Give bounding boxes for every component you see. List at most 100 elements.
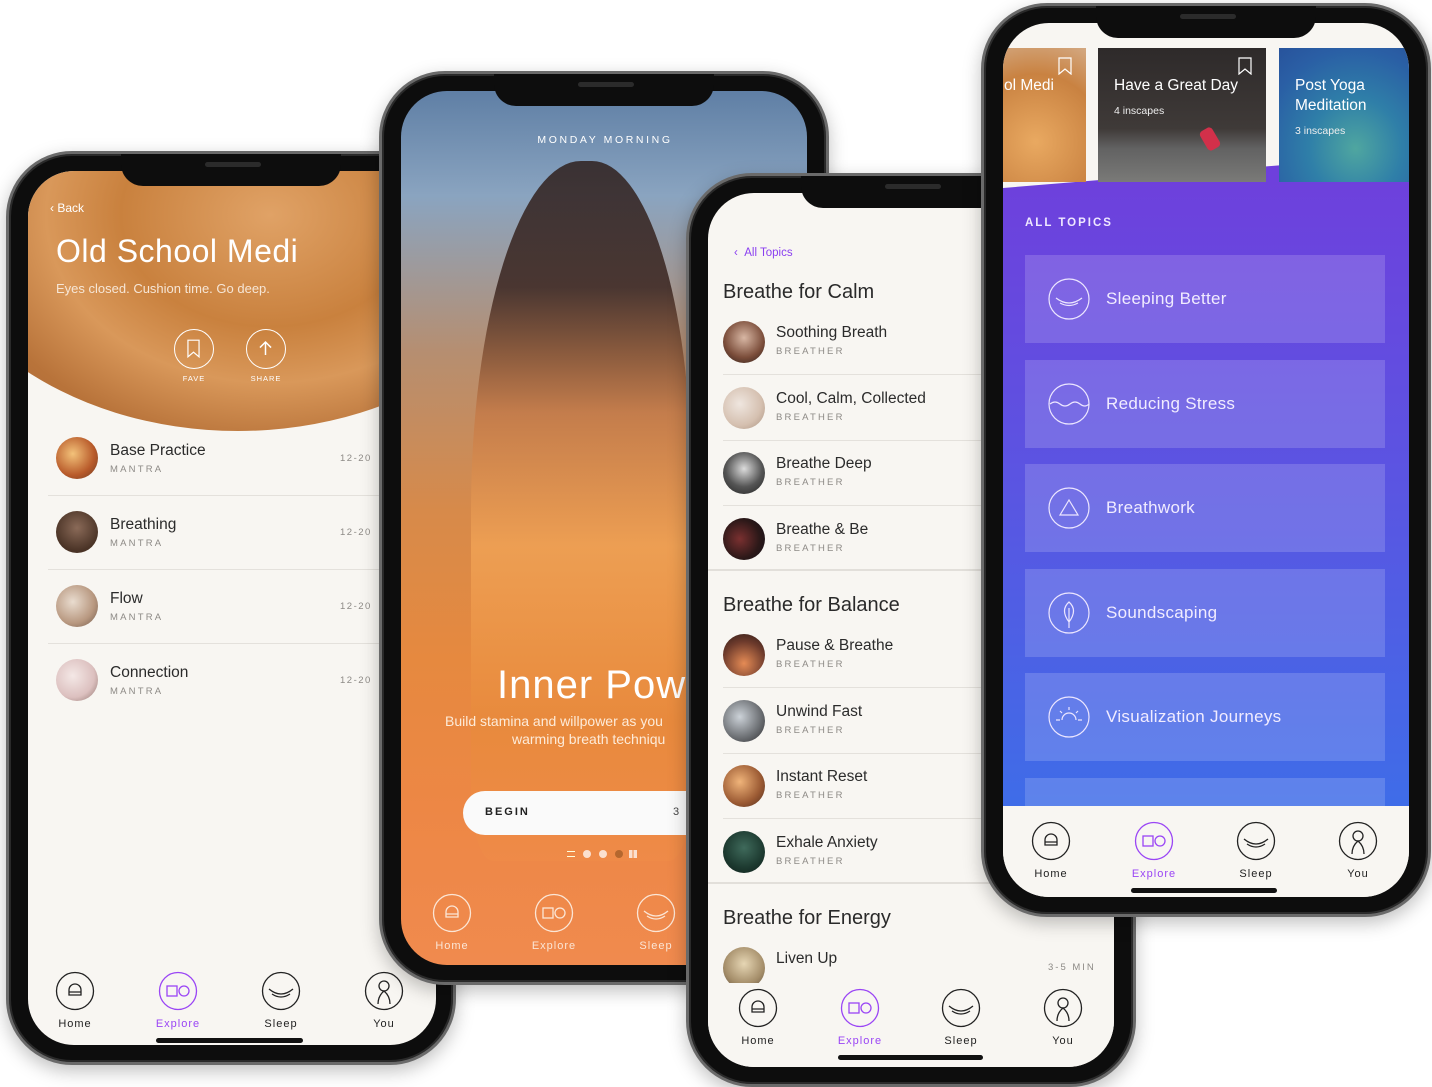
tab-you[interactable]: You	[1318, 821, 1398, 880]
explore-icon	[840, 988, 880, 1028]
topic-label: Breathwork	[1106, 498, 1195, 518]
collection-card[interactable]: ol Medi	[1003, 48, 1086, 182]
collection-card[interactable]: Post Yoga Meditation 3 inscapes	[1279, 48, 1409, 182]
item-title: Liven Up	[776, 950, 838, 967]
list-item[interactable]: Breathing MANTRA 12-20	[28, 502, 436, 562]
item-subtitle: BREATHER	[776, 477, 845, 488]
topic-label: Reducing Stress	[1106, 393, 1236, 413]
notch	[494, 74, 714, 106]
pager-dot[interactable]	[583, 850, 591, 858]
all-topics-label: All Topics	[744, 247, 793, 259]
item-duration: 12-20	[340, 601, 372, 612]
pager-dot-active[interactable]	[615, 850, 623, 858]
wave-icon	[1048, 382, 1090, 425]
collection-card[interactable]: Have a Great Day 4 inscapes	[1098, 48, 1266, 182]
avatar	[56, 437, 98, 479]
avatar	[723, 386, 765, 429]
explore-icon	[158, 971, 198, 1011]
tab-label: You	[373, 1018, 395, 1030]
card-title: ol Medi	[1004, 77, 1054, 94]
item-title: Pause & Breathe	[776, 637, 894, 654]
item-subtitle: BREATHER	[776, 724, 845, 736]
sleep-icon	[636, 893, 676, 933]
home-indicator	[1131, 888, 1277, 893]
begin-label: BEGIN	[485, 806, 530, 818]
sleep-icon	[1236, 821, 1276, 861]
divider	[48, 569, 436, 570]
topic-card[interactable]: Breathwork	[1025, 464, 1385, 553]
fave-label: FAVE	[182, 374, 206, 383]
bookmark-icon	[187, 339, 200, 359]
tab-home[interactable]: Home	[718, 988, 798, 1047]
sunrise-icon	[1048, 696, 1090, 738]
tab-sleep[interactable]: Sleep	[241, 971, 321, 1030]
list-item[interactable]: Base Practice MANTRA 12-20	[28, 428, 436, 488]
avatar	[723, 765, 765, 807]
avatar	[723, 830, 765, 873]
item-duration: 12-20	[340, 675, 372, 686]
all-topics-link[interactable]: ‹ All Topics	[734, 247, 793, 259]
home-icon	[1031, 821, 1071, 861]
list-item[interactable]: Connection MANTRA 12-20	[28, 650, 436, 710]
topic-label: Visualization Journeys	[1106, 707, 1282, 727]
section-title: Breathe for Calm	[723, 281, 875, 303]
share-button[interactable]	[246, 329, 286, 369]
notch	[121, 154, 341, 186]
notch	[1096, 6, 1316, 38]
tab-explore[interactable]: Explore	[514, 893, 594, 952]
item-subtitle: MANTRA	[110, 686, 164, 697]
bookmark-icon[interactable]	[1238, 57, 1252, 75]
tab-label: Home	[1034, 868, 1068, 880]
tab-label: You	[1052, 1035, 1074, 1047]
tab-label: Home	[435, 940, 469, 952]
tab-label: Explore	[531, 940, 577, 952]
sleep-icon	[261, 971, 301, 1011]
practice-title: Inner Pow	[497, 663, 687, 707]
item-subtitle: MANTRA	[110, 538, 164, 549]
avatar	[723, 452, 765, 494]
list-item[interactable]: Flow MANTRA 12-20	[28, 576, 436, 636]
avatar	[723, 517, 765, 560]
pager-dot[interactable]	[599, 850, 607, 858]
item-subtitle: BREATHER	[776, 659, 845, 670]
list-icon	[567, 851, 575, 857]
tab-home[interactable]: Home	[1011, 821, 1091, 880]
item-title: Breathe Deep	[776, 455, 872, 472]
sleep-icon	[941, 988, 981, 1028]
tab-home[interactable]: Home	[412, 893, 492, 952]
tab-label: Home	[741, 1035, 775, 1047]
pager[interactable]	[567, 849, 647, 861]
you-icon	[1338, 821, 1378, 861]
tab-home[interactable]: Home	[35, 971, 115, 1030]
tab-label: Explore	[155, 1018, 201, 1030]
item-subtitle: BREATHER	[776, 855, 845, 867]
home-icon	[55, 971, 95, 1011]
tab-sleep[interactable]: Sleep	[616, 893, 696, 952]
tab-explore[interactable]: Explore	[820, 988, 900, 1047]
topic-card[interactable]: Sleeping Better	[1025, 255, 1385, 343]
topic-card[interactable]: Soundscaping	[1025, 568, 1385, 657]
topic-card[interactable]: Visualization Journeys	[1025, 673, 1385, 762]
back-button[interactable]: ‹ Back	[50, 201, 84, 215]
practice-desc-line2: warming breath techniqu	[512, 731, 666, 747]
tab-you[interactable]: You	[1023, 988, 1103, 1047]
tab-sleep[interactable]: Sleep	[1216, 821, 1296, 880]
arrow-up-icon	[259, 340, 272, 355]
card-title: Have a Great Day	[1114, 77, 1239, 94]
topic-card[interactable]: Reducing Stress	[1025, 359, 1385, 448]
tab-label: Explore	[837, 1035, 883, 1047]
screen: ‹ Back Old School Medi Eyes closed. Cush…	[28, 171, 436, 1045]
tab-sleep[interactable]: Sleep	[921, 988, 1001, 1047]
item-subtitle: BREATHER	[776, 790, 845, 801]
tab-explore[interactable]: Explore	[138, 971, 218, 1030]
fave-button[interactable]	[174, 329, 214, 369]
tab-bar: Home Explore Sleep You	[28, 951, 436, 1045]
bookmark-icon[interactable]	[1058, 57, 1072, 75]
tab-you[interactable]: You	[344, 971, 424, 1030]
item-subtitle: BREATHER	[776, 346, 845, 357]
avatar	[56, 659, 98, 701]
triangle-icon	[1048, 487, 1090, 529]
tab-explore[interactable]: Explore	[1114, 821, 1194, 880]
section-label: ALL TOPICS	[1025, 217, 1113, 229]
divider	[48, 495, 436, 496]
